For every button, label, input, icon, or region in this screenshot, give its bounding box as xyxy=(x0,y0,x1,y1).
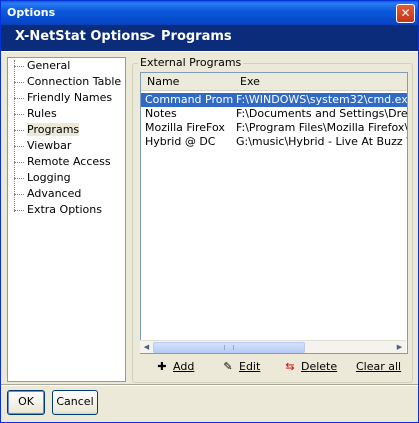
row-exe: F:\WINDOWS\system32\cmd.exe xyxy=(236,93,408,106)
close-button[interactable]: ✕ xyxy=(396,4,415,23)
row-exe: F:\Documents and Settings\Drew I xyxy=(236,107,408,120)
nav-item-extra-options[interactable]: Extra Options xyxy=(14,203,102,217)
nav-item-friendly-names[interactable]: Friendly Names xyxy=(14,91,112,105)
edit-icon: ✎ xyxy=(223,360,233,373)
list-row[interactable]: Hybrid @ DC G:\music\Hybrid - Live At Bu… xyxy=(141,135,407,149)
column-header-exe[interactable]: Exe xyxy=(234,73,407,91)
ok-button[interactable]: OK xyxy=(7,390,45,415)
row-name: Mozilla FireFox xyxy=(145,121,225,134)
list-row[interactable]: Command Prompt F:\WINDOWS\system32\cmd.e… xyxy=(141,93,407,107)
edit-button[interactable]: ✎ Edit xyxy=(220,357,260,377)
row-exe: F:\Program Files\Mozilla Firefox\fir xyxy=(236,121,408,134)
row-name: Hybrid @ DC xyxy=(145,135,216,148)
header-section-name: Programs xyxy=(161,29,232,44)
list-row[interactable]: Mozilla FireFox F:\Program Files\Mozilla… xyxy=(141,121,407,135)
cancel-button[interactable]: Cancel xyxy=(52,390,98,415)
add-icon: ✚ xyxy=(157,360,167,373)
add-button[interactable]: ✚ Add xyxy=(154,357,194,377)
nav-item-viewbar[interactable]: Viewbar xyxy=(14,139,71,153)
row-exe: G:\music\Hybrid - Live At Buzz Wa xyxy=(236,135,408,148)
nav-item-connection-table[interactable]: Connection Table xyxy=(14,75,121,89)
clear-all-button[interactable]: Clear all xyxy=(356,357,401,377)
scroll-right-icon[interactable]: ▶ xyxy=(394,342,405,352)
horizontal-scrollbar[interactable]: ◀ ▶ xyxy=(140,340,406,353)
footer-divider xyxy=(1,384,418,386)
nav-item-general[interactable]: General xyxy=(14,59,70,73)
row-name: Command Prompt xyxy=(145,93,233,106)
header-separator: > xyxy=(145,29,156,44)
section-header: X-NetStat Options > Programs xyxy=(1,25,418,52)
group-label: External Programs xyxy=(138,56,244,69)
column-header-name[interactable]: Name xyxy=(141,73,240,91)
programs-list[interactable]: Name Exe Command Prompt F:\WINDOWS\syste… xyxy=(140,72,408,354)
scroll-left-icon[interactable]: ◀ xyxy=(141,342,152,352)
nav-item-remote-access[interactable]: Remote Access xyxy=(14,155,111,169)
delete-button[interactable]: ⇆ Delete xyxy=(282,357,337,377)
close-icon: ✕ xyxy=(400,6,411,20)
list-row[interactable]: Notes F:\Documents and Settings\Drew I xyxy=(141,107,407,121)
nav-item-logging[interactable]: Logging xyxy=(14,171,71,185)
nav-item-advanced[interactable]: Advanced xyxy=(14,187,81,201)
header-app-name: X-NetStat Options xyxy=(15,29,148,44)
title-bar[interactable]: Options ✕ xyxy=(1,1,418,25)
nav-item-rules[interactable]: Rules xyxy=(14,107,57,121)
nav-item-programs[interactable]: Programs xyxy=(14,123,80,137)
options-window: Options ✕ X-NetStat Options > Programs G… xyxy=(0,0,419,423)
delete-icon: ⇆ xyxy=(285,360,295,373)
options-nav-tree: General Connection Table Friendly Names … xyxy=(7,57,126,382)
grip-icon xyxy=(224,345,234,350)
window-title: Options xyxy=(7,6,56,19)
scrollbar-thumb[interactable] xyxy=(153,342,305,353)
row-name: Notes xyxy=(145,107,177,120)
